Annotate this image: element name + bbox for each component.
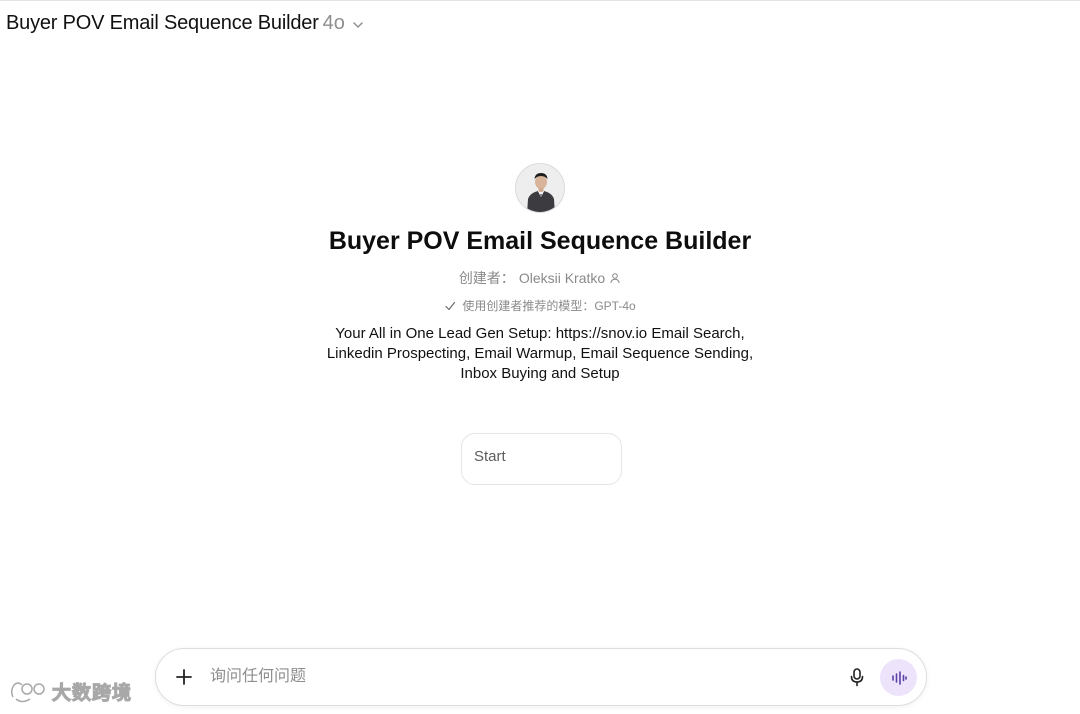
watermark: 大数跨境	[8, 678, 132, 705]
watermark-logo-icon	[10, 681, 45, 702]
watermark-text: 大数跨境	[51, 683, 133, 705]
starter-button[interactable]: Start	[461, 433, 622, 485]
gpt-profile: Buyer POV Email Sequence Builder 创建者： Ol…	[0, 163, 1080, 384]
chevron-down-icon	[353, 21, 363, 28]
gpt-name: Buyer POV Email Sequence Builder	[328, 227, 752, 255]
creator-label: 创建者：	[458, 270, 515, 286]
voice-mode-icon	[891, 670, 907, 685]
model-selector[interactable]: Buyer POV Email Sequence Builder 4o	[6, 12, 365, 35]
gpt-description: Your All in One Lead Gen Setup: https://…	[326, 325, 754, 382]
avatar	[515, 163, 565, 213]
header-title: Buyer POV Email Sequence Builder	[6, 12, 319, 34]
message-input[interactable]	[210, 665, 810, 689]
creator-name[interactable]: Oleksii Kratko	[519, 270, 605, 286]
voice-mode-button[interactable]	[880, 659, 917, 696]
microphone-icon[interactable]	[846, 666, 868, 688]
model-label: 4o	[322, 12, 345, 34]
model-recommendation: 使用创建者推荐的模型：GPT-4o	[444, 297, 636, 314]
page: Buyer POV Email Sequence Builder 4o Buye…	[0, 0, 1080, 714]
avatar-portrait-icon	[516, 164, 564, 212]
model-recommendation-text: 使用创建者推荐的模型：GPT-4o	[462, 299, 636, 313]
top-divider	[0, 0, 1080, 1]
creator-line: 创建者： Oleksii Kratko	[459, 268, 621, 288]
plus-icon[interactable]	[174, 667, 194, 687]
check-icon	[445, 301, 456, 310]
person-icon	[610, 273, 620, 284]
composer	[155, 648, 927, 706]
